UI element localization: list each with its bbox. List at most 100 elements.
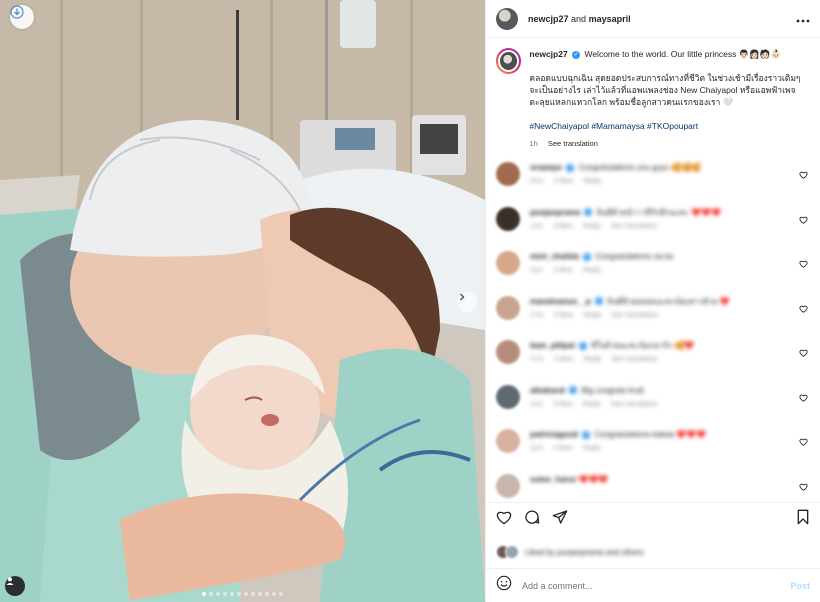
comment-like-heart-icon[interactable] [799,255,808,273]
carousel-dot[interactable] [265,592,269,596]
carousel-dot[interactable] [209,592,213,596]
caption-avatar[interactable] [496,48,522,74]
commenter-avatar[interactable] [496,251,520,275]
liked-by-text[interactable]: Liked by punjanprama and others [525,548,644,557]
carousel-dot[interactable] [202,592,206,596]
commenter-username[interactable]: bam_pitipat [530,341,575,350]
verified-badge-icon: ✓ [569,386,578,395]
carousel-dot[interactable] [216,592,220,596]
commenter-avatar[interactable] [496,429,520,453]
carousel-dot[interactable] [223,592,227,596]
comment-likes[interactable]: 3 likes [553,401,573,408]
see-translation-link[interactable]: See translation [611,401,658,408]
comment-time: 41m [530,178,544,185]
comment-likes[interactable]: 3 likes [553,223,573,230]
comment-meta: 17m 3 likes Reply See translation [530,354,694,365]
comment-time: 11m [530,400,544,408]
comment-like-heart-icon[interactable] [799,211,808,229]
bookmark-save-icon[interactable] [796,509,810,530]
add-comment-bar: Post [486,568,820,602]
comment-meta [530,488,608,499]
comment-meta: 11m 2 likes Reply [530,443,706,454]
author-username[interactable]: newcjp27 [528,14,569,24]
carousel-dot[interactable] [251,592,255,596]
caption-username[interactable]: newcjp27 [529,49,567,59]
comment-likes[interactable]: 3 likes [554,178,574,185]
carousel-dot[interactable] [258,592,262,596]
caption-thai-text: คลอดแบบฉุกเฉิน สุดยอดประสบการณ์ทางที่ชีว… [529,73,801,107]
comment-meta: 11m 3 likes Reply [530,265,673,276]
and-text: and [571,13,587,24]
see-translation-link[interactable]: See translation [611,223,658,230]
comment-like-heart-icon[interactable] [799,300,808,318]
comment-time: 17m [530,311,544,319]
verified-badge-icon: ✓ [595,297,604,306]
commenter-avatar[interactable] [496,295,520,320]
emoji-smiley-icon[interactable] [496,575,512,596]
post-photo[interactable] [0,0,485,602]
commenter-avatar[interactable] [496,384,520,409]
commenter-avatar[interactable] [496,162,520,186]
share-send-icon[interactable] [552,509,568,530]
collaborator-username[interactable]: maysapril [589,14,631,24]
commenter-avatar[interactable] [496,206,520,231]
reply-link[interactable]: Reply [583,401,601,408]
carousel-dot[interactable] [272,592,276,596]
reply-link[interactable]: Reply [583,356,601,363]
comment-row: punjanprama ✓ ยินดีด้วยน้าาาที่รักอีกนะค… [496,206,808,252]
comment-like-heart-icon[interactable] [799,389,808,407]
comment-text: Big congrats krub [581,385,644,395]
more-horizontal-icon[interactable] [796,11,810,26]
comment-likes[interactable]: 3 likes [553,267,573,274]
next-slide-arrow-icon[interactable] [457,292,477,312]
reply-link[interactable]: Reply [583,178,601,185]
comment-content: sotee_hansi ❤️❤️❤️ [530,474,608,499]
comment-text: ยินดีด้วยน้าาาที่รักอีกนะคะ ❤️❤️❤️ [596,207,721,217]
comment-like-heart-icon[interactable] [799,344,808,362]
download-icon[interactable] [10,5,34,29]
likes-summary: Liked by punjanprama and others [486,536,820,568]
comment-like-heart-icon[interactable] [799,478,808,496]
commenter-username[interactable]: orawaye [530,163,562,172]
comment-like-heart-icon[interactable] [799,166,808,184]
commenter-avatar[interactable] [496,473,520,498]
commenter-username[interactable]: mint_chalida [530,252,579,261]
caption-meta: 1h See translation [529,138,808,150]
carousel-dot[interactable] [230,592,234,596]
reply-link[interactable]: Reply [583,267,601,274]
commenter-username[interactable]: sotee_hansi [530,475,576,484]
post-button[interactable]: Post [790,581,810,591]
comment-meta: 11m 3 likes Reply See translation [530,399,665,410]
reply-link[interactable]: Reply [583,312,601,319]
see-translation-link[interactable]: See translation [611,356,658,363]
comment-time: 17m [530,356,544,363]
comment-like-heart-icon[interactable] [799,433,808,451]
commenter-username[interactable]: manatsanun__p [530,297,591,306]
action-bar [486,502,820,536]
carousel-dot[interactable] [237,592,241,596]
like-heart-icon[interactable] [496,510,512,530]
comment-likes[interactable]: 3 likes [554,356,574,363]
see-translation-link[interactable]: See translation [611,312,658,319]
comment-input[interactable] [522,580,791,591]
author-avatar[interactable] [496,7,518,30]
verified-badge-icon: ✓ [572,50,581,59]
comments-scroll-area[interactable]: newcjp27 ✓ Welcome to the world. Our lit… [486,38,820,502]
commenter-username[interactable]: patriciagood [530,430,578,439]
reply-link[interactable]: Reply [583,445,601,452]
comment-likes[interactable]: 2 likes [553,445,573,452]
carousel-dot[interactable] [279,592,283,596]
commenter-avatar[interactable] [496,340,520,364]
caption-hashtags[interactable]: #NewChaiyapol #Mamamaysa #TKOpoupart [529,120,808,132]
comment-content: punjanprama ✓ ยินดีด้วยน้าาาที่รักอีกนะค… [530,207,721,232]
comment-bubble-icon[interactable] [524,509,540,530]
reply-link[interactable]: Reply [583,223,601,230]
commenter-username[interactable]: punjanprama [530,208,580,217]
comment-likes[interactable]: 5 likes [554,312,574,319]
comment-meta: 11m 3 likes Reply See translation [530,221,721,232]
commenter-username[interactable]: aktakarat [530,386,565,395]
carousel-dot[interactable] [244,592,248,596]
verified-badge-icon: ✓ [584,208,593,217]
see-translation-link[interactable]: See translation [548,139,598,148]
comment-row: orawaye ✓ Congratulations you guys 🥰🥰🥰 4… [496,162,808,207]
